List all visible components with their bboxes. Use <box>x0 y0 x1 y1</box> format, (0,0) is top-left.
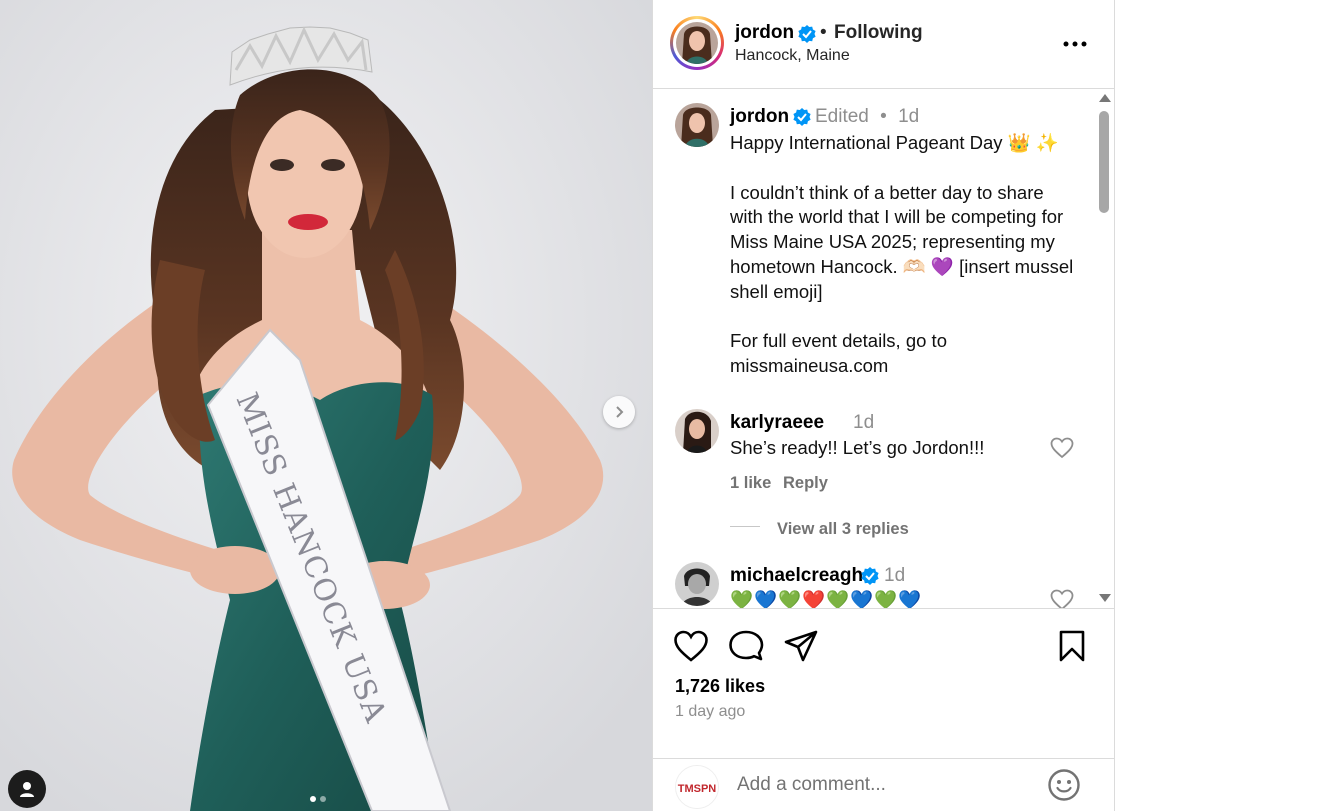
comment-username[interactable]: karlyraeee <box>730 412 824 434</box>
current-user-avatar: TMSPN <box>675 765 719 809</box>
post-details-panel: jordon • Following Hancock, Maine jordon <box>652 0 1115 811</box>
caption-avatar[interactable] <box>675 103 719 147</box>
post-author-username[interactable]: jordon <box>735 22 794 44</box>
verified-badge-icon <box>861 567 879 585</box>
add-comment-input[interactable]: Add a comment... <box>737 774 886 796</box>
verified-badge-icon <box>798 25 816 43</box>
tagged-users-button[interactable] <box>8 770 46 808</box>
add-comment-bar: TMSPN Add a comment... <box>653 758 1114 812</box>
current-user-avatar-text: TMSPN <box>678 783 717 795</box>
comment-time[interactable]: 1d <box>884 565 905 587</box>
save-bookmark-icon[interactable] <box>1057 629 1087 663</box>
comment-avatar[interactable] <box>675 409 719 453</box>
like-comment-heart-icon[interactable] <box>1050 437 1074 459</box>
like-comment-heart-icon[interactable] <box>1050 589 1074 609</box>
replies-divider <box>730 526 760 527</box>
more-options-icon[interactable] <box>1063 34 1087 54</box>
likes-count[interactable]: 1,726 likes <box>675 676 765 697</box>
post-image: MISS HANCOCK USA <box>0 0 652 811</box>
avatar <box>676 22 718 64</box>
post-time-ago[interactable]: 1 day ago <box>675 703 745 721</box>
caption-separator: • <box>880 106 887 127</box>
emoji-picker-icon[interactable] <box>1047 768 1081 802</box>
comment-time[interactable]: 1d <box>853 412 874 434</box>
carousel-dot <box>320 796 326 802</box>
post-photo[interactable]: MISS HANCOCK USA <box>0 0 652 811</box>
scroll-down-arrow[interactable] <box>1099 594 1111 602</box>
following-button[interactable]: Following <box>834 22 923 44</box>
scroll-up-arrow[interactable] <box>1099 94 1111 102</box>
reply-button[interactable]: Reply <box>783 474 828 493</box>
share-send-icon[interactable] <box>783 629 819 663</box>
comment-text: She’s ready!! Let’s go Jordon!!! <box>730 437 985 458</box>
comment-username[interactable]: michaelcreagh <box>730 565 863 587</box>
view-replies-button[interactable]: View all 3 replies <box>777 520 909 539</box>
comments-scroll-area[interactable]: jordon Edited • 1d Happy International P… <box>653 89 1114 609</box>
next-photo-button[interactable] <box>603 396 635 428</box>
chevron-right-icon <box>616 406 624 418</box>
person-icon <box>20 782 34 797</box>
post-header: jordon • Following Hancock, Maine <box>653 0 1114 89</box>
verified-badge-icon <box>793 108 811 126</box>
header-separator: • <box>820 22 827 43</box>
carousel-dot-active <box>310 796 316 802</box>
edited-label: Edited <box>815 106 869 127</box>
comment-avatar[interactable] <box>675 562 719 606</box>
caption-time[interactable]: 1d <box>898 106 919 127</box>
comment-like-count[interactable]: 1 like <box>730 474 771 493</box>
story-ring[interactable] <box>670 16 724 70</box>
caption-text: Happy International Pageant Day 👑 ✨ I co… <box>730 132 1074 377</box>
like-heart-icon[interactable] <box>673 629 709 663</box>
post-location[interactable]: Hancock, Maine <box>735 47 850 65</box>
caption-meta: Edited • 1d <box>815 106 919 128</box>
comment-text: 💚💙💚❤️💚💙💚💙 <box>730 589 923 609</box>
caption-username[interactable]: jordon <box>730 106 789 128</box>
scrollbar-thumb[interactable] <box>1099 111 1109 213</box>
carousel-indicators <box>310 796 326 802</box>
comment-bubble-icon[interactable] <box>728 629 764 663</box>
